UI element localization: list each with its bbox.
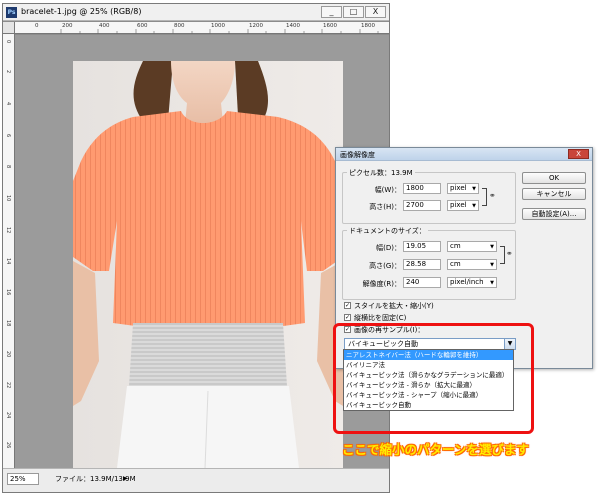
ruler-label: 1000 — [211, 23, 225, 29]
ruler-label: 1800 — [361, 23, 375, 29]
pixel-height-unit-select[interactable]: pixel ▼ — [447, 200, 479, 211]
doc-width-unit-select[interactable]: cm ▼ — [447, 241, 497, 252]
doc-height-unit: cm — [450, 260, 461, 268]
minimize-button[interactable]: _ — [321, 6, 342, 18]
resolution-input[interactable]: 240 — [403, 277, 441, 288]
pixel-dimensions-legend: ピクセル数：13.9M — [347, 168, 415, 178]
photo-image — [73, 61, 343, 468]
ruler-label: 16 — [5, 289, 11, 296]
ruler-label: 600 — [137, 23, 148, 29]
document-titlebar[interactable]: Ps bracelet-1.jpg @ 25% (RGB/8) _ □ X — [3, 4, 389, 21]
ok-button[interactable]: OK — [522, 172, 586, 184]
link-chain-icon: ⚭ — [506, 249, 513, 258]
chevron-down-icon: ▼ — [472, 203, 476, 209]
ruler-label: 0 — [5, 40, 11, 44]
ruler-label: 1600 — [323, 23, 337, 29]
document-window: Ps bracelet-1.jpg @ 25% (RGB/8) _ □ X 0 … — [2, 3, 390, 493]
ruler-label: 0 — [35, 23, 39, 29]
ruler-label: 10 — [5, 195, 11, 202]
doc-height-input[interactable]: 28.58 — [403, 259, 441, 270]
doc-width-input[interactable]: 19.05 — [403, 241, 441, 252]
doc-height-unit-select[interactable]: cm ▼ — [447, 259, 497, 270]
ruler-label: 2 — [5, 70, 11, 74]
pixel-width-label: 幅(W)： — [374, 186, 401, 194]
highlight-box — [333, 323, 534, 434]
scale-styles-label: スタイルを拡大・縮小(Y) — [354, 302, 434, 310]
annotation-caption: ここで縮小のパターンを選びます — [342, 442, 529, 457]
ruler-label: 1200 — [249, 23, 263, 29]
resolution-unit: pixel/inch — [450, 278, 484, 286]
ruler-horizontal[interactable]: 0 200 400 600 800 1000 1200 1400 1600 18… — [15, 22, 389, 34]
chevron-down-icon: ▼ — [490, 244, 494, 250]
pixel-height-label: 高さ(H)： — [369, 203, 401, 211]
ruler-label: 12 — [5, 227, 11, 234]
scale-styles-checkbox[interactable]: ✓ — [344, 302, 351, 309]
ruler-label: 20 — [5, 351, 11, 358]
ruler-label: 1400 — [286, 23, 300, 29]
dialog-titlebar[interactable]: 画像解像度 X — [336, 148, 592, 161]
ruler-label: 400 — [99, 23, 110, 29]
cancel-button[interactable]: キャンセル — [522, 188, 586, 200]
ruler-label: 14 — [5, 258, 11, 265]
ruler-label: 200 — [62, 23, 73, 29]
chevron-down-icon: ▼ — [490, 280, 494, 286]
link-chain-icon: ⚭ — [489, 191, 496, 200]
doc-width-unit: cm — [450, 242, 461, 250]
doc-height-label: 高さ(G)： — [369, 262, 401, 270]
ruler-origin[interactable] — [3, 22, 15, 34]
ruler-label: 18 — [5, 320, 11, 327]
dialog-title: 画像解像度 — [340, 151, 375, 159]
constrain-proportions-label: 縦横比を固定(C) — [354, 314, 407, 322]
ruler-label: 800 — [174, 23, 185, 29]
chevron-down-icon: ▼ — [472, 186, 476, 192]
resolution-unit-select[interactable]: pixel/inch ▼ — [447, 277, 497, 288]
document-size-legend: ドキュメントのサイズ： — [347, 226, 428, 236]
pixel-height-input[interactable]: 2700 — [403, 200, 441, 211]
ruler-label: 22 — [5, 382, 11, 389]
pixel-width-input[interactable]: 1800 — [403, 183, 441, 194]
doc-width-label: 幅(D)： — [376, 244, 401, 252]
pixel-width-unit: pixel — [450, 184, 467, 192]
constrain-proportions-checkbox[interactable]: ✓ — [344, 314, 351, 321]
constrain-link-bracket — [482, 188, 487, 206]
photoshop-icon: Ps — [6, 7, 17, 18]
resolution-label: 解像度(R)： — [362, 280, 401, 288]
document-title: bracelet-1.jpg @ 25% (RGB/8) — [21, 7, 142, 16]
ruler-label: 6 — [5, 134, 11, 138]
zoom-field[interactable]: 25% — [7, 473, 39, 485]
ruler-label: 4 — [5, 102, 11, 106]
pixel-width-unit-select[interactable]: pixel ▼ — [447, 183, 479, 194]
ruler-label: 26 — [5, 442, 11, 449]
close-window-button[interactable]: X — [365, 6, 386, 18]
chevron-down-icon: ▼ — [490, 262, 494, 268]
ruler-label: 24 — [5, 412, 11, 419]
auto-button[interactable]: 自動設定(A)... — [522, 208, 586, 220]
maximize-button[interactable]: □ — [343, 6, 364, 18]
ruler-vertical[interactable]: 0 2 4 6 8 10 12 14 16 18 20 22 24 26 — [3, 22, 15, 468]
status-menu-arrow-icon[interactable]: ▶ — [123, 475, 128, 482]
constrain-link-bracket — [500, 246, 505, 264]
ruler-label: 8 — [5, 165, 11, 169]
dialog-close-button[interactable]: X — [568, 149, 589, 159]
pixel-dimensions-group: ピクセル数：13.9M 幅(W)： 1800 pixel ▼ 高さ(H)： 27… — [342, 168, 516, 224]
status-bar: 25% ファイル：13.9M/13.9M ▶ — [3, 468, 389, 492]
pixel-height-unit: pixel — [450, 201, 467, 209]
document-size-group: ドキュメントのサイズ： 幅(D)： 19.05 cm ▼ 高さ(G)： 28.5… — [342, 226, 516, 300]
